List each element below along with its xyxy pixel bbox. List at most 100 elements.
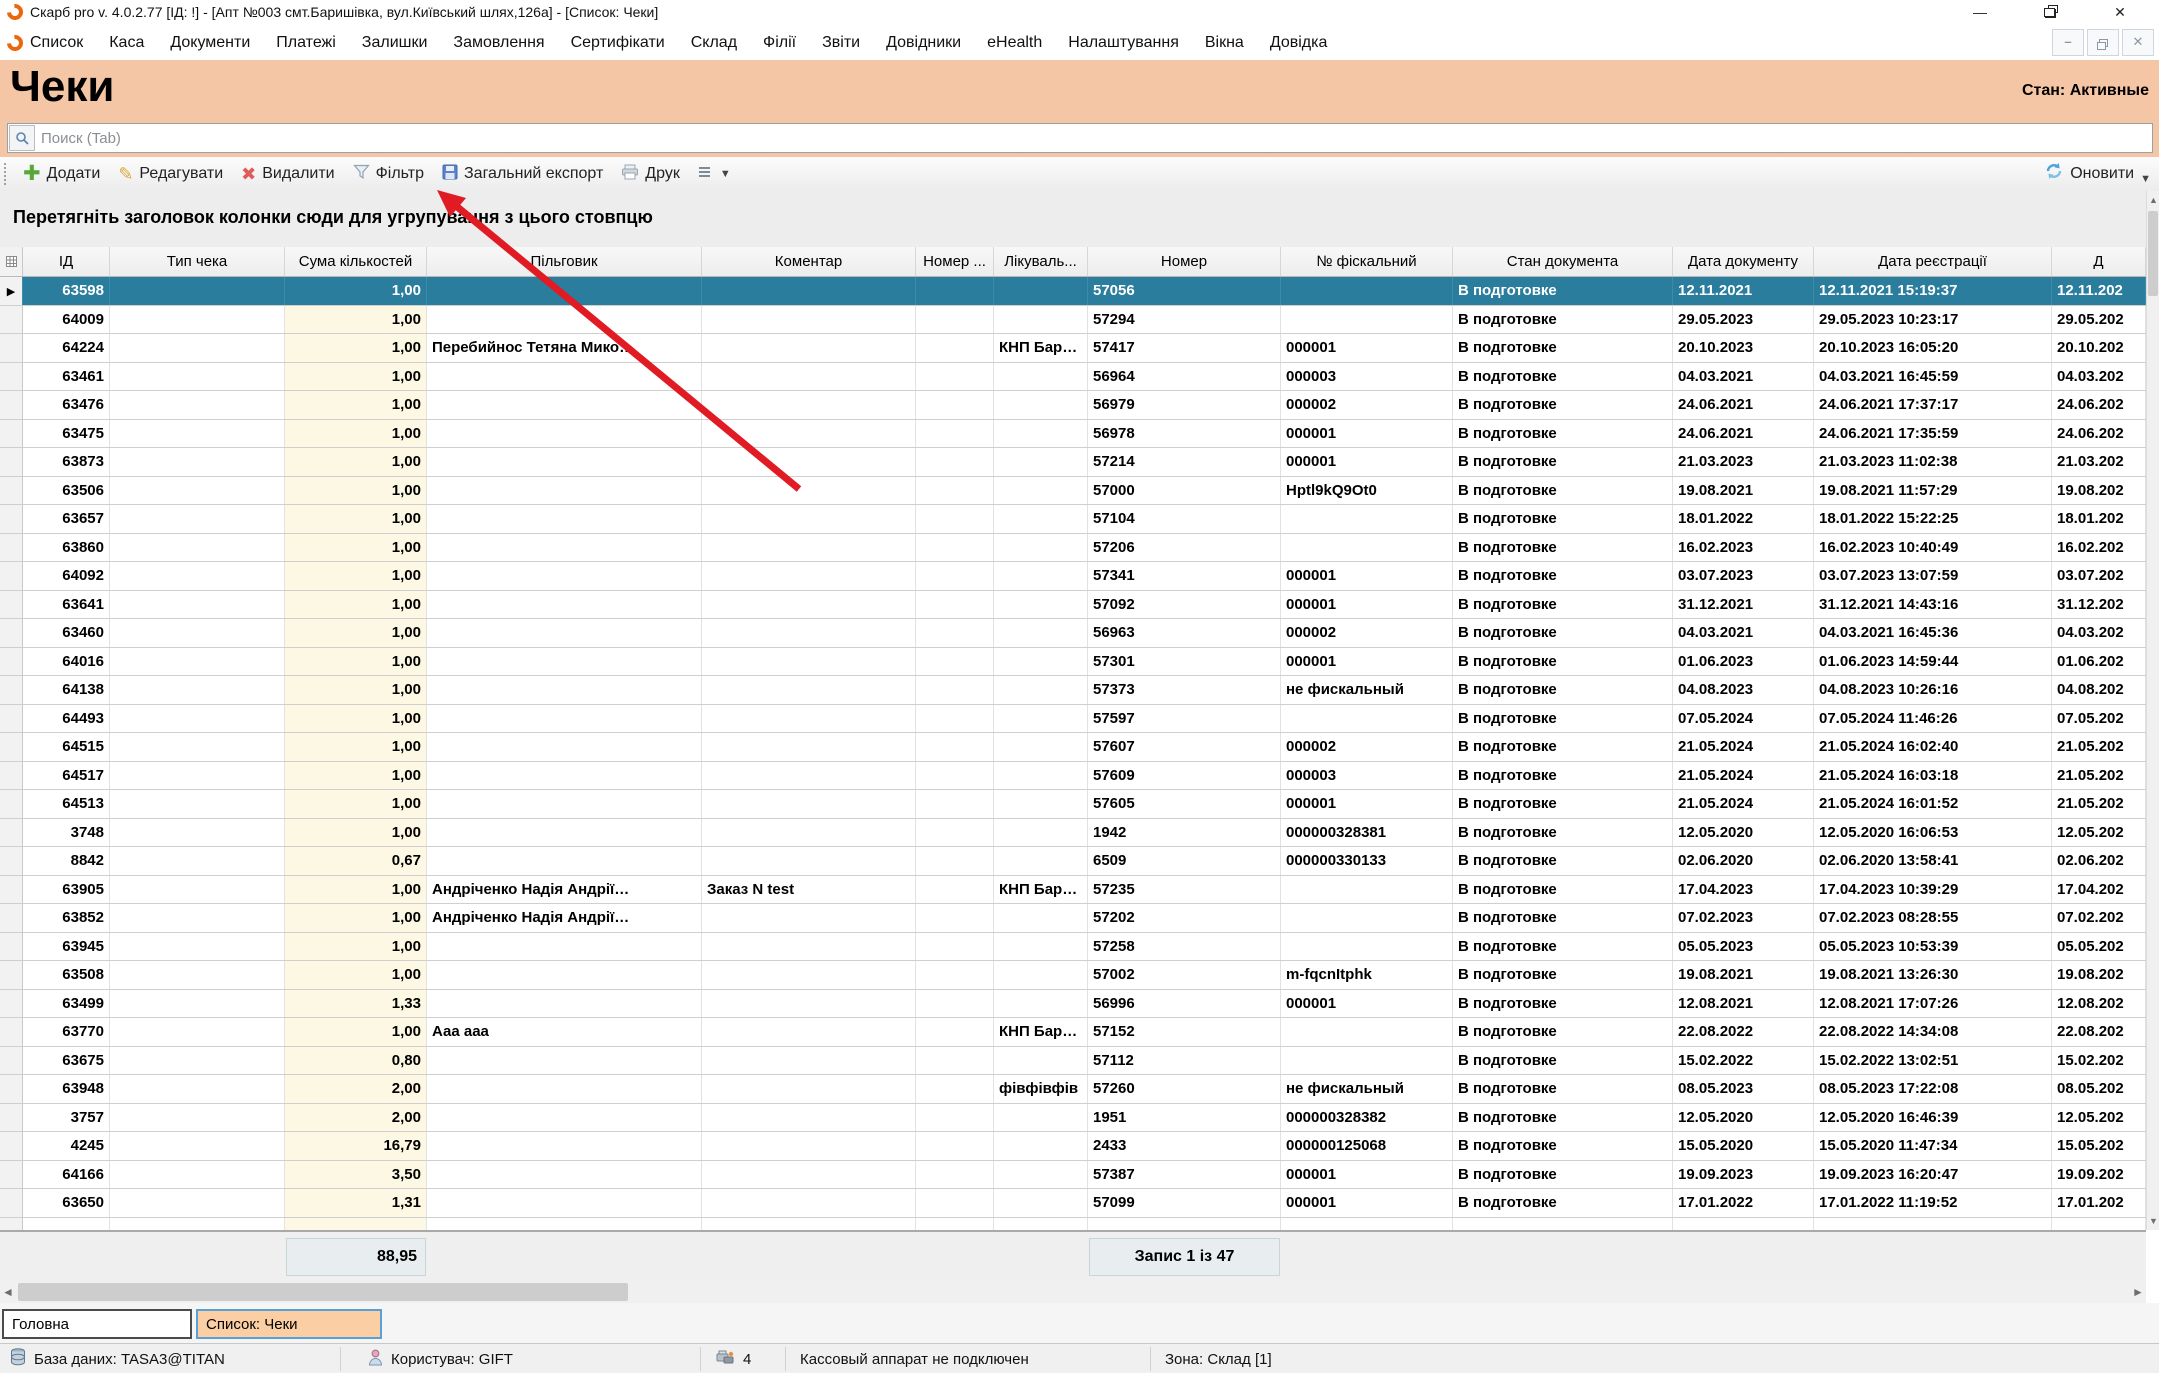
table-row[interactable]: 634751,0056978000001В подготовке24.06.20… — [0, 420, 2146, 449]
table-row[interactable]: 640091,0057294В подготовке29.05.202329.0… — [0, 306, 2146, 335]
menu-item-14[interactable]: Вікна — [1205, 34, 1244, 52]
filter-button[interactable]: Фільтр — [344, 160, 433, 189]
table-row[interactable]: ▶635981,0057056В подготовке12.11.202112.… — [0, 277, 2146, 306]
table-row[interactable]: 637701,00Ааа аааКНП Бар…57152В подготовк… — [0, 1018, 2146, 1047]
search-input[interactable]: Поиск (Tab) — [7, 123, 2153, 153]
menu-item-7[interactable]: Сертифікати — [571, 34, 665, 52]
table-row[interactable]: 635081,0057002m-fqcnItphkВ подготовке19.… — [0, 961, 2146, 990]
table-row[interactable]: 634761,0056979000002В подготовке24.06.20… — [0, 391, 2146, 420]
column-header-qty[interactable]: Сума кількостей — [285, 247, 427, 276]
menu-item-1[interactable]: Список — [30, 34, 83, 52]
table-row[interactable]: 645171,0057609000003В подготовке21.05.20… — [0, 762, 2146, 791]
table-row[interactable]: 88420,676509000000330133В подготовке02.0… — [0, 847, 2146, 876]
refresh-button[interactable]: Оновити ▼ — [2044, 157, 2151, 191]
group-by-area[interactable]: Перетягніть заголовок колонки сюди для у… — [0, 191, 2146, 248]
table-row[interactable]: 641663,5057387000001В подготовке19.09.20… — [0, 1161, 2146, 1190]
table-row[interactable]: 634601,0056963000002В подготовке04.03.20… — [0, 619, 2146, 648]
column-header-doc_date[interactable]: Дата документу — [1673, 247, 1814, 276]
search-icon[interactable] — [9, 125, 35, 151]
scroll-right-icon[interactable]: ► — [2130, 1281, 2146, 1303]
table-row[interactable]: 636411,0057092000001В подготовке31.12.20… — [0, 591, 2146, 620]
menu-bar: Список Каса Документи Платежі Залишки Замовле… — [0, 25, 2159, 60]
table-corner-icon[interactable] — [0, 247, 23, 276]
menu-item-12[interactable]: eHealth — [987, 34, 1042, 52]
cell-beneficiary — [427, 762, 702, 790]
column-header-num2[interactable]: Номер ... — [916, 247, 994, 276]
menu-item-10[interactable]: Звіти — [822, 34, 860, 52]
horizontal-scrollbar[interactable]: ◄ ► — [0, 1281, 2146, 1303]
table-row-partial[interactable] — [0, 1218, 2146, 1230]
table-row[interactable]: 636750,8057112В подготовке15.02.202215.0… — [0, 1047, 2146, 1076]
column-header-comment[interactable]: Коментар — [702, 247, 916, 276]
column-header-fiscal[interactable]: № фіскальний — [1281, 247, 1453, 276]
tab-list-cheky[interactable]: Список: Чеки — [196, 1309, 382, 1339]
menu-item-13[interactable]: Налаштування — [1068, 34, 1179, 52]
menu-item-9[interactable]: Філії — [763, 34, 796, 52]
table-row[interactable]: 644931,0057597В подготовке07.05.202407.0… — [0, 705, 2146, 734]
close-button[interactable]: ✕ — [2100, 0, 2140, 25]
column-settings-button[interactable]: ▼ — [689, 161, 740, 188]
menu-item-2[interactable]: Каса — [109, 34, 144, 52]
menu-item-6[interactable]: Замовлення — [453, 34, 544, 52]
menu-item-3[interactable]: Документи — [170, 34, 250, 52]
table-row[interactable]: 636571,0057104В подготовке18.01.202218.0… — [0, 505, 2146, 534]
minimize-button[interactable]: — — [1960, 0, 2000, 25]
delete-button[interactable]: ✖ Видалити — [232, 160, 343, 189]
edit-button[interactable]: ✎ Редагувати — [109, 160, 232, 189]
table-row[interactable]: 37572,001951000000328382В подготовке12.0… — [0, 1104, 2146, 1133]
scroll-down-icon[interactable]: ▼ — [2147, 1216, 2159, 1226]
vertical-scrollbar[interactable]: ▲ ▼ — [2146, 191, 2159, 1230]
print-button[interactable]: Друк — [612, 160, 689, 189]
cell-number: 57214 — [1088, 448, 1281, 476]
scroll-left-icon[interactable]: ◄ — [0, 1281, 16, 1303]
menu-item-5[interactable]: Залишки — [362, 34, 428, 52]
cell-beneficiary — [427, 277, 702, 305]
column-header-reg_date[interactable]: Дата реєстрації — [1814, 247, 2052, 276]
tab-home[interactable]: Головна — [2, 1309, 192, 1339]
table-row[interactable]: 636501,3157099000001В подготовке17.01.20… — [0, 1189, 2146, 1218]
column-header-id[interactable]: ІД — [23, 247, 110, 276]
add-button[interactable]: ✚ Додати — [14, 161, 109, 187]
column-header-state[interactable]: Стан документа — [1453, 247, 1673, 276]
toolbar-grip[interactable] — [3, 162, 8, 186]
table-row[interactable]: 645151,0057607000002В подготовке21.05.20… — [0, 733, 2146, 762]
scroll-up-icon[interactable]: ▲ — [2147, 195, 2159, 205]
table-row[interactable]: 642241,00Перебийнос Тетяна Мико…КНП Бар…… — [0, 334, 2146, 363]
refresh-label: Оновити — [2070, 165, 2134, 183]
table-row[interactable]: 424516,792433000000125068В подготовке15.… — [0, 1132, 2146, 1161]
column-header-reg_cut[interactable]: Д — [2052, 247, 2146, 276]
table-row[interactable]: 639451,0057258В подготовке05.05.202305.0… — [0, 933, 2146, 962]
table-row[interactable]: 640921,0057341000001В подготовке03.07.20… — [0, 562, 2146, 591]
table-row[interactable]: 639482,00фівфівфів57260не фискальныйВ по… — [0, 1075, 2146, 1104]
table-row[interactable]: 638521,00Андріченко Надія Андрії…57202В … — [0, 904, 2146, 933]
cell-med — [994, 619, 1088, 647]
table-row[interactable]: 641381,0057373не фискальныйВ подготовке0… — [0, 676, 2146, 705]
column-header-number[interactable]: Номер — [1088, 247, 1281, 276]
table-row[interactable]: 640161,0057301000001В подготовке01.06.20… — [0, 648, 2146, 677]
cell-id: 63650 — [23, 1189, 110, 1217]
menu-item-11[interactable]: Довідники — [886, 34, 961, 52]
table-row[interactable]: 635061,0057000Hptl9kQ9Ot0В подготовке19.… — [0, 477, 2146, 506]
table-row[interactable]: 638601,0057206В подготовке16.02.202316.0… — [0, 534, 2146, 563]
mdi-close-button[interactable]: ✕ — [2122, 29, 2154, 56]
table-row[interactable]: 634991,3356996000001В подготовке12.08.20… — [0, 990, 2146, 1019]
table-row[interactable]: 37481,001942000000328381В подготовке12.0… — [0, 819, 2146, 848]
table-row[interactable]: 639051,00Андріченко Надія Андрії…Заказ N… — [0, 876, 2146, 905]
mdi-restore-button[interactable] — [2087, 29, 2119, 56]
table-row[interactable]: 634611,0056964000003В подготовке04.03.20… — [0, 363, 2146, 392]
cell-comment — [702, 790, 916, 818]
column-header-type[interactable]: Тип чека — [110, 247, 285, 276]
mdi-minimize-button[interactable]: – — [2052, 29, 2084, 56]
menu-item-4[interactable]: Платежі — [276, 34, 336, 52]
restore-button[interactable] — [2030, 0, 2070, 25]
table-row[interactable]: 638731,0057214000001В подготовке21.03.20… — [0, 448, 2146, 477]
vertical-scrollbar-thumb[interactable] — [2148, 211, 2158, 296]
menu-item-15[interactable]: Довідка — [1270, 34, 1328, 52]
cell-med — [994, 277, 1088, 305]
menu-item-8[interactable]: Склад — [691, 34, 737, 52]
column-header-beneficiary[interactable]: Пільговик — [427, 247, 702, 276]
export-button[interactable]: Загальний експорт — [433, 160, 612, 189]
table-row[interactable]: 645131,0057605000001В подготовке21.05.20… — [0, 790, 2146, 819]
column-header-med[interactable]: Лікуваль... — [994, 247, 1088, 276]
horizontal-scrollbar-thumb[interactable] — [18, 1283, 628, 1301]
